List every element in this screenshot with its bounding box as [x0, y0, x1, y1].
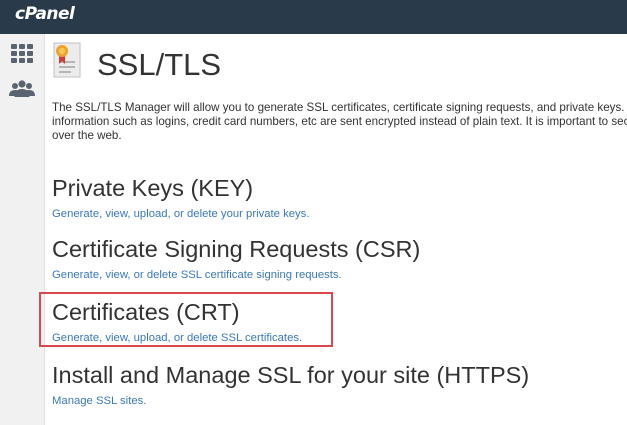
section-title-private-keys: Private Keys (KEY)	[52, 175, 254, 201]
intro-text: The SSL/TLS Manager will allow you to ge…	[52, 101, 627, 142]
section-certificates: Certificates (CRT) Generate, view, uploa…	[52, 298, 302, 344]
certificate-icon	[53, 42, 83, 85]
top-bar: cPanel	[0, 0, 627, 34]
section-title-csr: Certificate Signing Requests (CSR)	[52, 236, 421, 262]
link-manage-ssl[interactable]: Manage SSL sites.	[52, 395, 529, 407]
grid-icon[interactable]	[8, 42, 36, 68]
section-title-certificates: Certificates (CRT)	[52, 299, 240, 325]
section-install-ssl: Install and Manage SSL for your site (HT…	[52, 361, 529, 407]
section-title-install-ssl: Install and Manage SSL for your site (HT…	[52, 362, 530, 388]
link-private-keys[interactable]: Generate, view, upload, or delete your p…	[52, 208, 309, 220]
sidebar	[0, 34, 45, 425]
page-title: SSL/TLS	[97, 47, 222, 82]
cpanel-logo[interactable]: cPanel	[15, 4, 75, 24]
link-csr[interactable]: Generate, view, or delete SSL certificat…	[52, 269, 420, 281]
section-csr: Certificate Signing Requests (CSR) Gener…	[52, 235, 420, 281]
section-private-keys: Private Keys (KEY) Generate, view, uploa…	[52, 174, 309, 220]
users-icon[interactable]	[8, 78, 36, 104]
link-certificates[interactable]: Generate, view, upload, or delete SSL ce…	[52, 332, 302, 344]
